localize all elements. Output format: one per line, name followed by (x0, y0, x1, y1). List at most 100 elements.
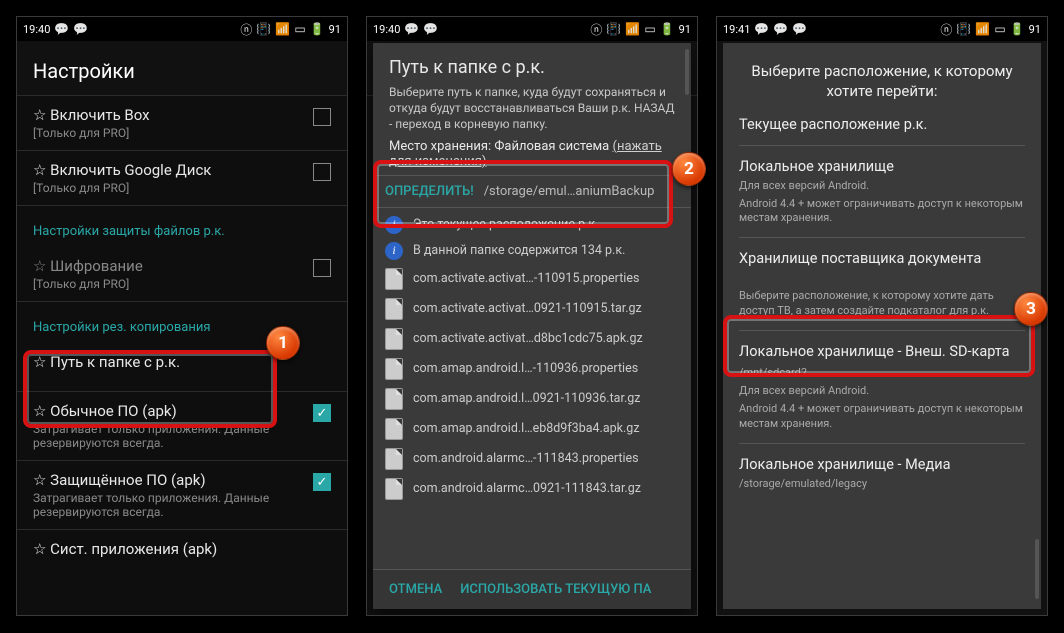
divider (739, 145, 1025, 146)
row-apk-normal[interactable]: ☆ Обычное ПО (apk) Затрагивает только пр… (17, 391, 347, 460)
file-icon (385, 418, 403, 440)
callout-3: 3 (1014, 292, 1048, 326)
chat-icon: 💬 (404, 22, 419, 36)
row-title: ☆ Защищённое ПО (apk) (33, 471, 307, 489)
battery-level: 91 (679, 23, 691, 36)
battery-level: 91 (1029, 23, 1041, 36)
row-apk-system[interactable]: ☆ Сист. приложения (apk) (17, 529, 347, 568)
row-sub: [Только для PRO] (33, 126, 307, 140)
storage-label: Место хранения: Файловая система (389, 139, 609, 154)
info-row: i В данной папке содержится 134 р.к. (381, 238, 683, 264)
file-row[interactable]: com.amap.android.l…-110936.properties (381, 354, 683, 384)
checkbox[interactable] (313, 163, 331, 181)
file-name: com.activate.activat…d8bc1cdc75.apk.gz (413, 331, 643, 346)
checkbox[interactable] (313, 108, 331, 126)
statusbar: 19:40 💬 💬 ⓝ 📳 📶 ▭ 🔋 91 (367, 17, 697, 41)
row-sub: Затрагивает только приложения. Данные ре… (33, 491, 307, 519)
loc-local-storage[interactable]: Локальное хранилище (739, 158, 1025, 175)
row-title: ☆ Шифрование (33, 257, 307, 275)
cell-icon: ▭ (644, 22, 655, 36)
nfc-icon: ⓝ (590, 21, 602, 38)
loc-current[interactable]: Текущее расположение р.к. (739, 116, 1025, 133)
file-row[interactable]: com.android.alarmc…0921-111843.tar.gz (381, 474, 683, 504)
current-path[interactable]: /storage/emul…aniumBackup (484, 184, 679, 199)
file-icon (385, 328, 403, 350)
file-list[interactable]: iЭто текущее расположение р.к. i В данной… (373, 208, 691, 569)
callout-1: 1 (266, 326, 300, 360)
status-time: 19:40 (373, 23, 400, 36)
battery-icon: 🔋 (660, 22, 675, 36)
chat-icon-2: 💬 (73, 22, 88, 36)
chat-icon-3: 💬 (792, 22, 807, 36)
file-row[interactable]: com.amap.android.l…eb8d9f3ba4.apk.gz (381, 414, 683, 444)
vibrate-icon: 📳 (956, 22, 971, 36)
loc-document-provider[interactable]: Хранилище поставщика документа (739, 250, 1025, 269)
battery-icon: 🔋 (310, 22, 325, 36)
file-row[interactable]: com.activate.activat…0921-110915.tar.gz (381, 294, 683, 324)
cancel-button[interactable]: ОТМЕНА (389, 582, 442, 597)
chat-icon-2: 💬 (773, 22, 788, 36)
file-icon (385, 448, 403, 470)
row-title: ☆ Включить Google Диск (33, 161, 307, 179)
file-row[interactable]: com.amap.android.l…0921-110936.tar.gz (381, 384, 683, 414)
settings-list[interactable]: ☆ Включить Box [Только для PRO] ☆ Включи… (17, 96, 347, 615)
divider (739, 330, 1025, 331)
info-row: iЭто текущее расположение р.к. (381, 212, 683, 238)
checkbox-checked[interactable]: ✓ (313, 404, 331, 422)
use-current-button[interactable]: ИСПОЛЬЗОВАТЬ ТЕКУЩУЮ ПА (460, 582, 651, 597)
checkbox[interactable] (313, 259, 331, 277)
battery-level: 91 (329, 23, 341, 36)
storage-location[interactable]: Место хранения: Файловая система (нажать… (389, 139, 675, 169)
loc-external-sd[interactable]: Локальное хранилище - Внеш. SD-карта (739, 343, 1025, 362)
loc-sub: Для всех версий Android. (739, 179, 1025, 193)
file-icon (385, 298, 403, 320)
wifi-icon: 📶 (975, 22, 990, 36)
vibrate-icon: 📳 (606, 22, 621, 36)
location-heading: Выберите расположение, к которому хотите… (739, 61, 1025, 102)
file-icon (385, 478, 403, 500)
chat-icon: 💬 (54, 22, 69, 36)
row-enable-box[interactable]: ☆ Включить Box [Только для PRO] (17, 96, 347, 150)
file-name: com.activate.activat…-110915.properties (413, 271, 639, 286)
info-text: В данной папке содержится 134 р.к. (413, 243, 625, 258)
file-icon (385, 268, 403, 290)
file-name: com.amap.android.l…eb8d9f3ba4.apk.gz (413, 421, 640, 436)
file-icon (385, 388, 403, 410)
checkbox-checked[interactable]: ✓ (313, 473, 331, 491)
loc-note: Android 4.4 + может ограничивать доступ … (739, 402, 1025, 431)
chat-icon: 💬 (754, 22, 769, 36)
row-title: ☆ Обычное ПО (apk) (33, 402, 307, 420)
loc-sub: /mnt/sdcard2 (739, 366, 1025, 380)
dialog-title: Путь к папке с р.к. (389, 57, 675, 78)
file-row[interactable]: com.activate.activat…-110915.properties (381, 264, 683, 294)
row-apk-protected[interactable]: ☆ Защищённое ПО (apk) Затрагивает только… (17, 460, 347, 529)
divider (739, 443, 1025, 444)
file-name: com.activate.activat…0921-110915.tar.gz (413, 301, 642, 316)
page-title: Настройки (17, 41, 347, 96)
info-icon: i (385, 242, 403, 260)
file-name: com.android.alarmc…0921-111843.tar.gz (413, 481, 641, 496)
cell-icon: ▭ (994, 22, 1005, 36)
detect-button[interactable]: ОПРЕДЕЛИТЬ! (385, 184, 474, 199)
row-title: ☆ Включить Box (33, 106, 307, 124)
file-row[interactable]: com.activate.activat…d8bc1cdc75.apk.gz (381, 324, 683, 354)
row-sub: [Только для PRO] (33, 277, 307, 291)
loc-media-storage[interactable]: Локальное хранилище - Медиа (739, 456, 1025, 473)
screen-path-dialog: 19:40 💬 💬 ⓝ 📳 📶 ▭ 🔋 91 Н Путь к папке с … (366, 16, 698, 616)
scrollbar[interactable] (1035, 539, 1039, 599)
battery-icon: 🔋 (1010, 22, 1025, 36)
file-row[interactable]: com.android.alarmc…-111843.properties (381, 444, 683, 474)
wifi-icon: 📶 (625, 22, 640, 36)
row-sub: [Только для PRO] (33, 181, 307, 195)
status-time: 19:41 (723, 23, 750, 36)
row-encryption[interactable]: ☆ Шифрование [Только для PRO] (17, 247, 347, 301)
vibrate-icon: 📳 (256, 22, 271, 36)
row-enable-gdrive[interactable]: ☆ Включить Google Диск [Только для PRO] (17, 150, 347, 205)
row-sub: Затрагивает только приложения. Данные ре… (33, 422, 307, 450)
loc-sub: Для всех версий Android. (739, 384, 1025, 398)
section-security: Настройки защиты файлов р.к. (17, 205, 347, 247)
cell-icon: ▭ (294, 22, 305, 36)
info-icon: i (385, 216, 403, 234)
divider (739, 237, 1025, 238)
location-dialog: Выберите расположение, к которому хотите… (723, 43, 1041, 609)
